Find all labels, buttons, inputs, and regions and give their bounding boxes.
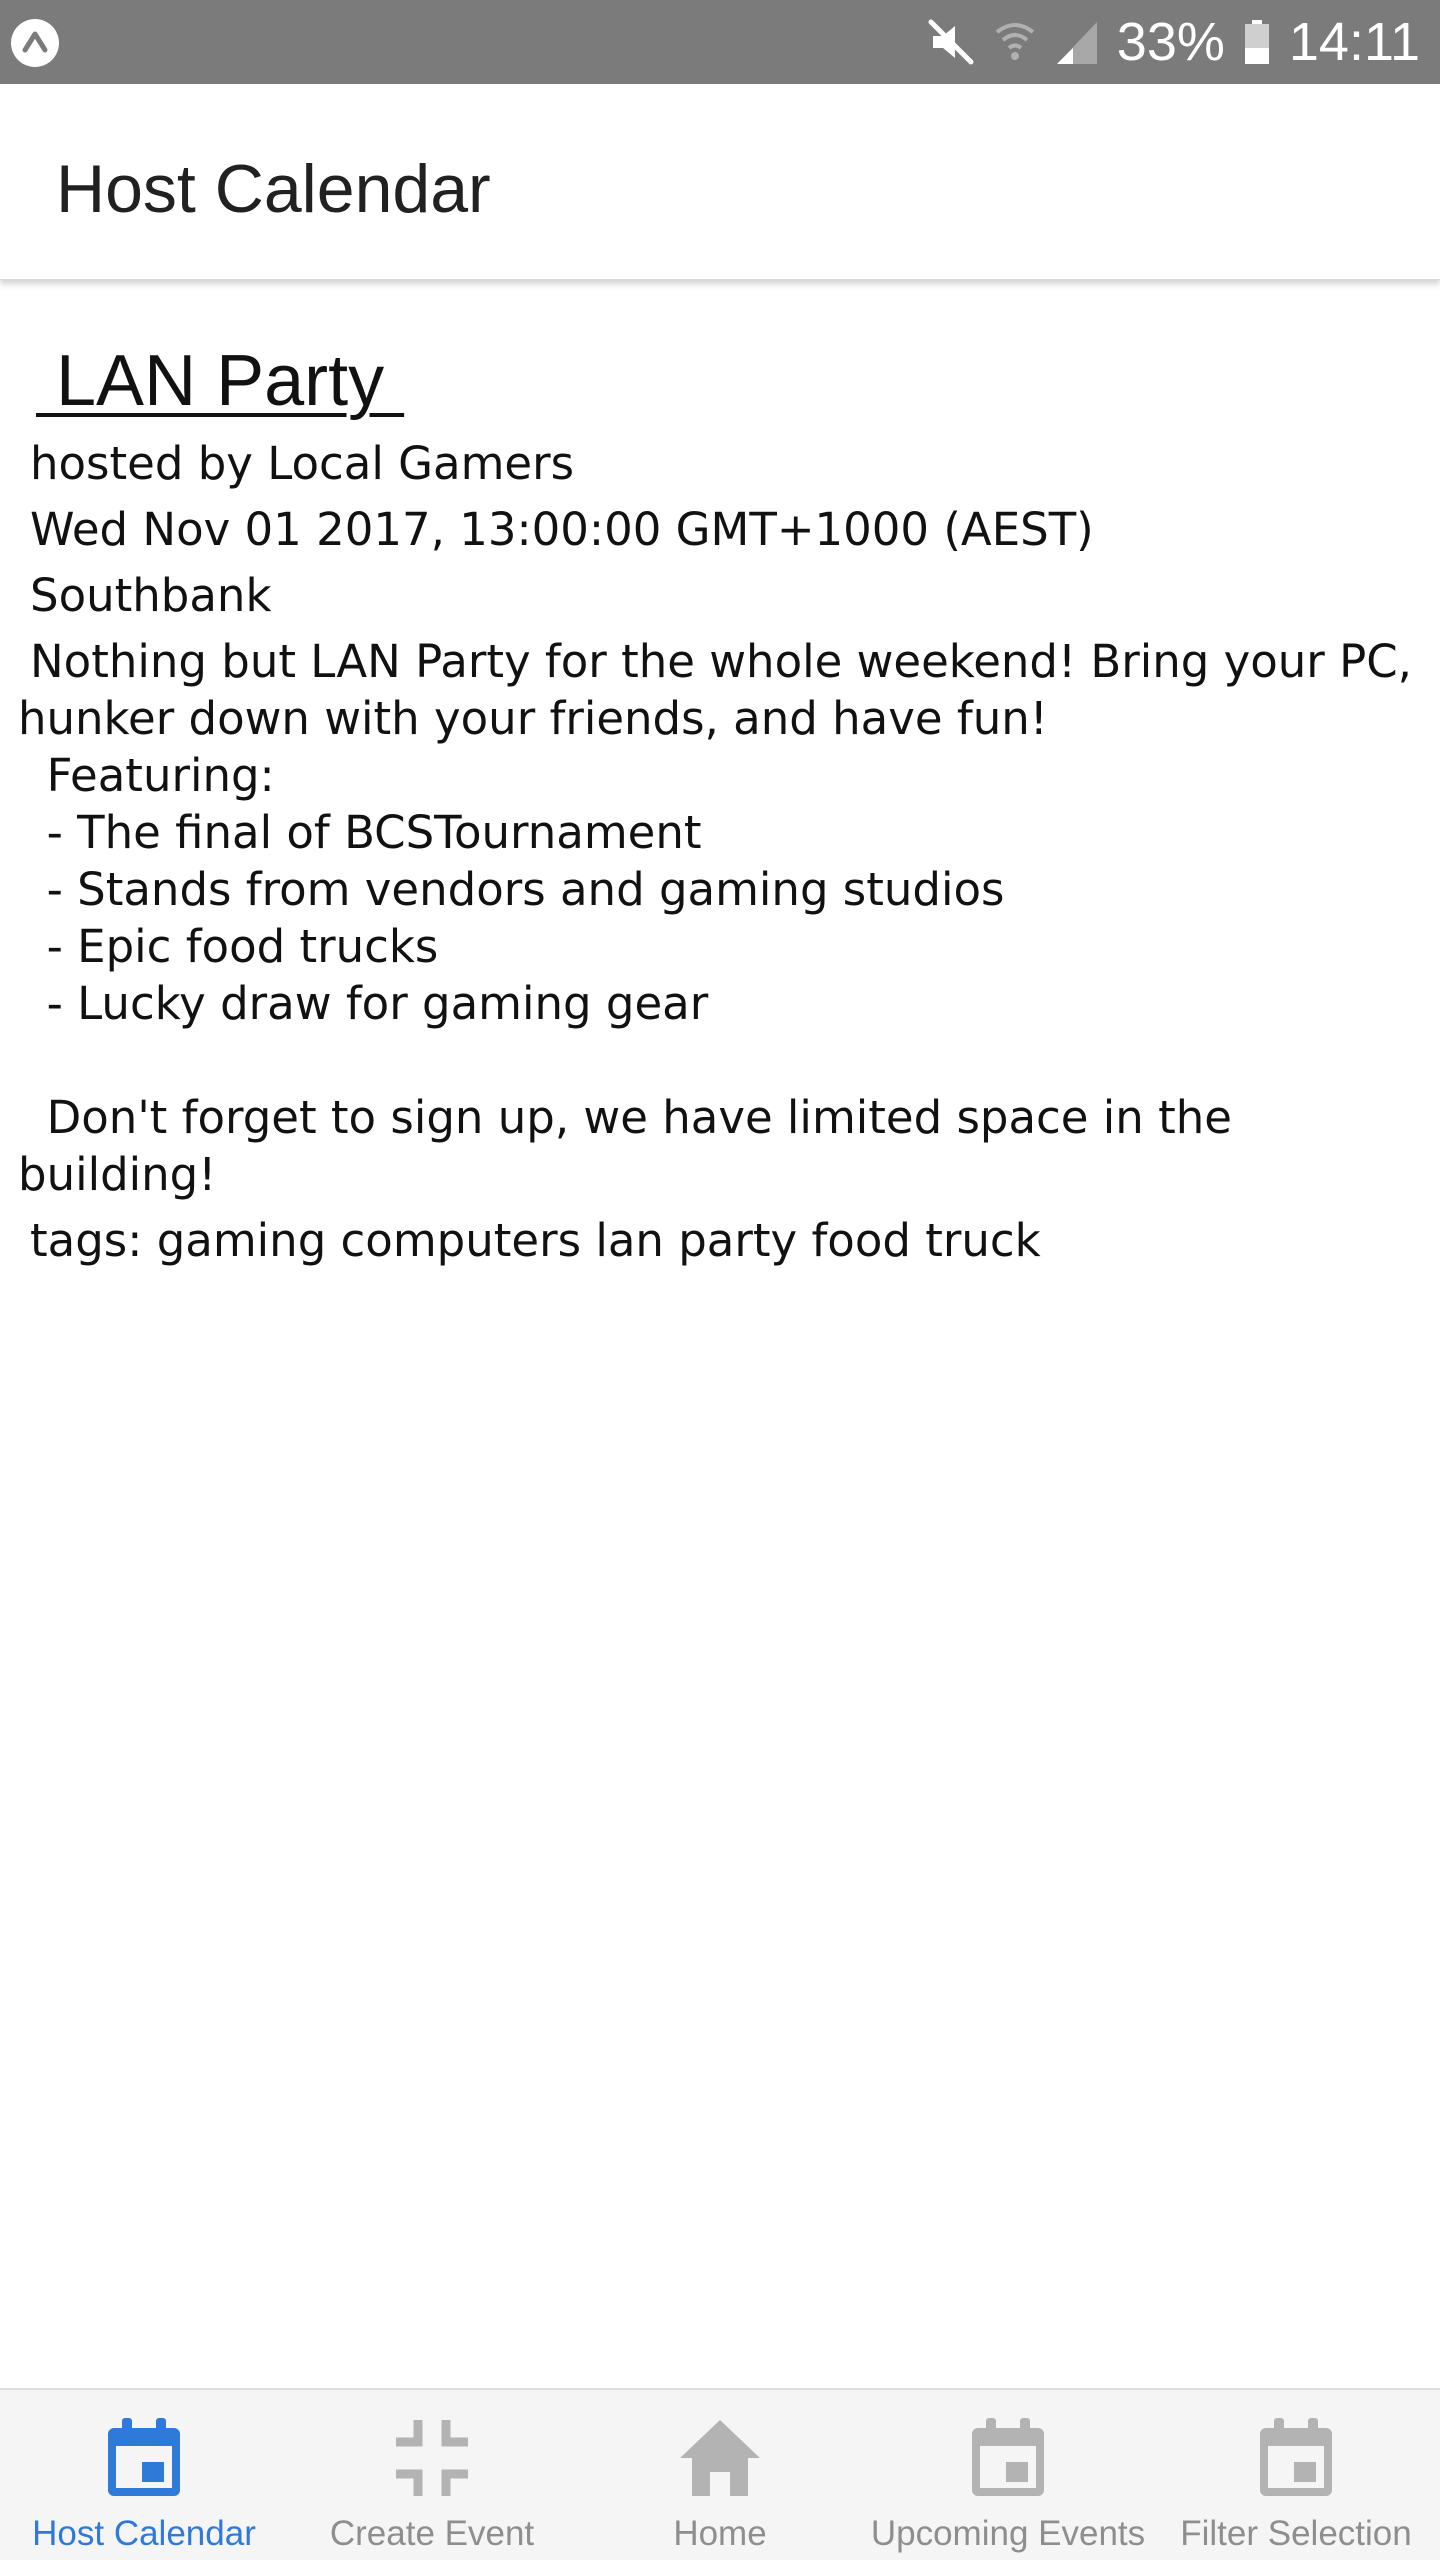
- calendar-icon: [970, 2416, 1046, 2500]
- mute-icon: [927, 18, 975, 66]
- tab-create-event[interactable]: Create Event: [288, 2390, 576, 2560]
- page-title: Host Calendar: [56, 151, 491, 227]
- battery-percent: 33%: [1116, 12, 1225, 72]
- event-title[interactable]: LAN Party: [18, 336, 404, 426]
- bottom-navigation: Host Calendar Create Event Home Upcoming…: [0, 2388, 1440, 2560]
- calendar-icon: [106, 2416, 182, 2500]
- wifi-icon: [993, 18, 1037, 66]
- tab-upcoming-events[interactable]: Upcoming Events: [864, 2390, 1152, 2560]
- event-description-body: Featuring: - The final of BCSTournament …: [18, 749, 1232, 1201]
- battery-icon: [1243, 18, 1271, 66]
- event-details: LAN Party hosted by Local Gamers Wed Nov…: [0, 280, 1440, 1269]
- expand-icon[interactable]: [10, 18, 60, 73]
- app-bar: Host Calendar: [0, 84, 1440, 280]
- status-bar: 33% 14:11: [0, 0, 1440, 84]
- event-location: Southbank: [30, 569, 272, 622]
- screen: 33% 14:11 Host Calendar LAN Party hosted…: [0, 0, 1440, 2560]
- event-host: hosted by Local Gamers: [30, 437, 575, 490]
- status-icons: 33% 14:11: [927, 0, 1420, 84]
- tab-label: Upcoming Events: [870, 2514, 1146, 2553]
- signal-icon: [1055, 18, 1099, 66]
- tab-label: Filter Selection: [1180, 2514, 1412, 2553]
- event-datetime: Wed Nov 01 2017, 13:00:00 GMT+1000 (AEST…: [30, 503, 1094, 556]
- tab-filter-selection[interactable]: Filter Selection: [1152, 2390, 1440, 2560]
- home-icon: [678, 2416, 762, 2500]
- event-description-intro: Nothing but LAN Party for the whole week…: [18, 635, 1427, 745]
- tab-label: Host Calendar: [32, 2514, 256, 2553]
- tab-label: Create Event: [329, 2514, 535, 2553]
- tab-home[interactable]: Home: [576, 2390, 864, 2560]
- event-description: Nothing but LAN Party for the whole week…: [18, 633, 1422, 1203]
- clock: 14:11: [1288, 12, 1420, 72]
- calendar-icon: [1258, 2416, 1334, 2500]
- tab-host-calendar[interactable]: Host Calendar: [0, 2390, 288, 2560]
- tab-label: Home: [673, 2514, 767, 2553]
- collapse-icon: [394, 2416, 470, 2500]
- event-tags: tags: gaming computers lan party food tr…: [30, 1214, 1041, 1267]
